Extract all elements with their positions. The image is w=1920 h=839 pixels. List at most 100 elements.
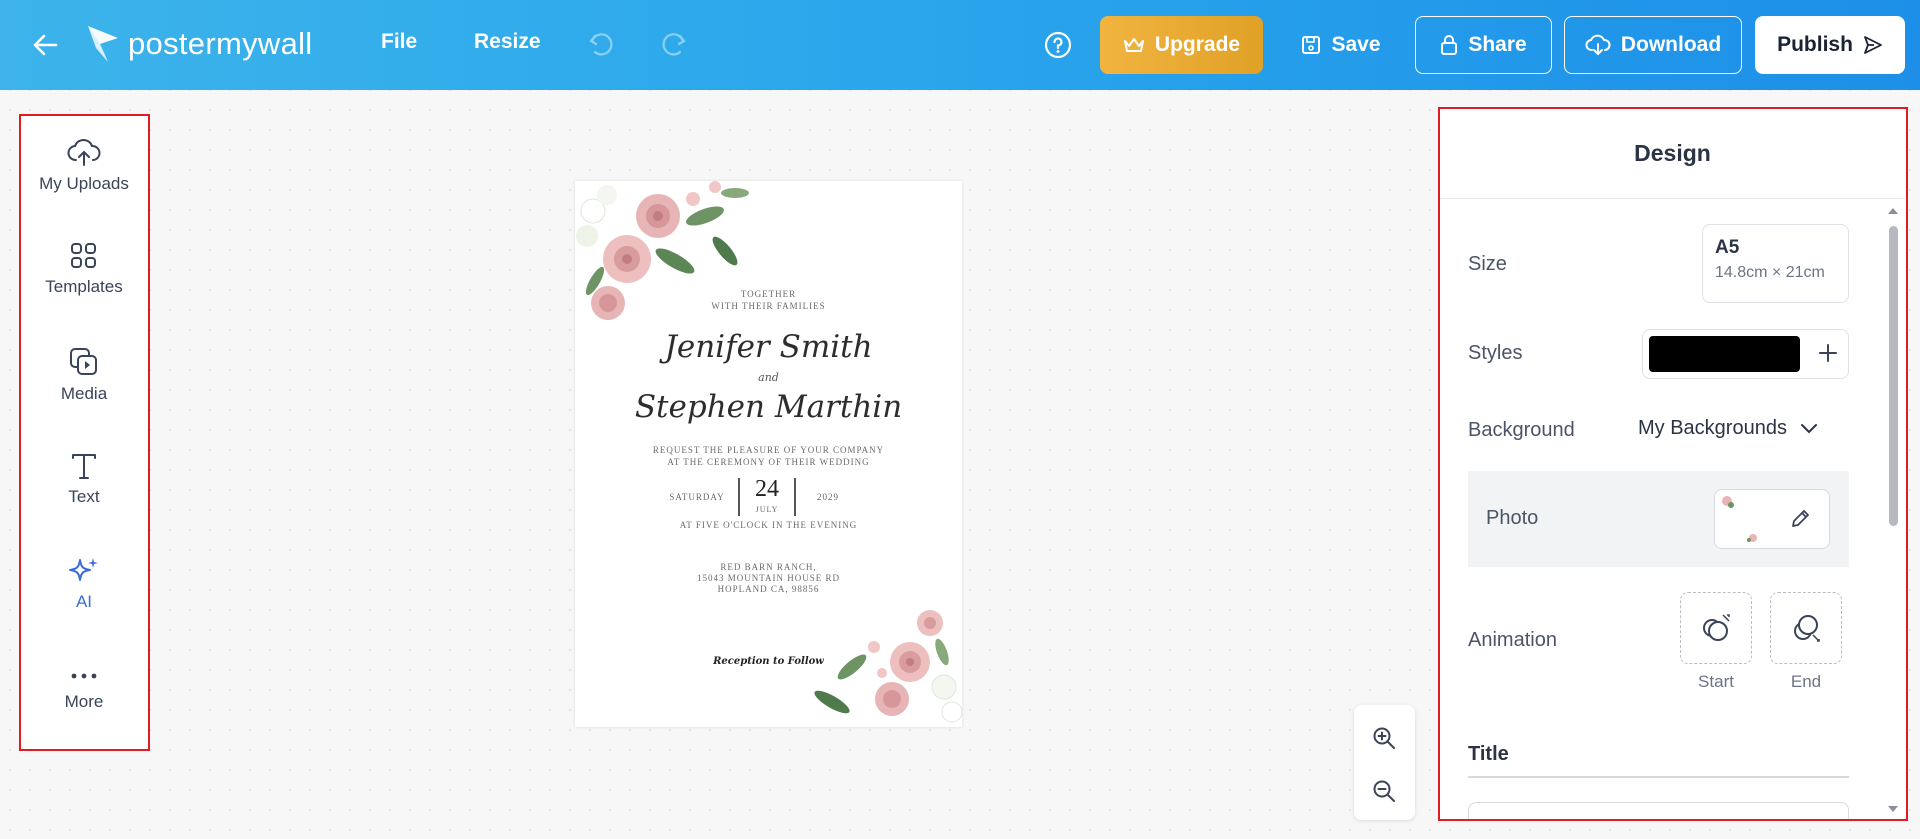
- poster-reception-text: Reception to Follow: [713, 656, 824, 667]
- save-icon: [1302, 36, 1321, 54]
- zoom-controls: [1354, 705, 1415, 820]
- sidebar-item-label: AI: [75, 592, 93, 611]
- poster-together-text: TOGETHER: [740, 289, 797, 299]
- style-swatch[interactable]: [1649, 336, 1800, 372]
- title-divider: [1468, 776, 1849, 778]
- sidebar-item-media[interactable]: Media: [21, 346, 147, 404]
- animation-start-icon: [1703, 614, 1730, 641]
- poster-month-text: JULY: [755, 505, 779, 514]
- poster-canvas[interactable]: TOGETHER WITH THEIR FAMILIES Jenifer Smi…: [575, 181, 962, 727]
- sidebar-item-text[interactable]: Text: [21, 451, 147, 507]
- animation-label: Animation: [1468, 629, 1557, 651]
- scroll-down-icon: [1888, 806, 1898, 812]
- send-icon: [1864, 36, 1882, 54]
- zoom-in-icon[interactable]: [1371, 725, 1397, 756]
- publish-button[interactable]: Publish: [1755, 16, 1905, 74]
- floral-top-left-image: [576, 181, 749, 320]
- poster-request-line1: REQUEST THE PLEASURE OF YOUR COMPANY: [652, 445, 885, 455]
- redo-icon[interactable]: [660, 30, 690, 60]
- download-label: Download: [1620, 33, 1722, 56]
- scroll-up-icon: [1888, 208, 1898, 214]
- help-icon[interactable]: [1043, 30, 1073, 60]
- sidebar-item-more[interactable]: More: [21, 666, 147, 712]
- animation-start-label: Start: [1698, 672, 1734, 691]
- panel-scrollbar[interactable]: [1885, 204, 1901, 816]
- chevron-down-icon: [1800, 423, 1817, 433]
- poster-date-text: 24: [755, 476, 779, 502]
- postermywall-logo-icon: [88, 26, 118, 62]
- cloud-download-icon: [1585, 34, 1611, 56]
- sidebar-item-my-uploads[interactable]: My Uploads: [21, 138, 147, 194]
- poster-day-text: SATURDAY: [669, 492, 725, 502]
- lock-icon: [1441, 35, 1458, 55]
- upgrade-button[interactable]: Upgrade: [1100, 16, 1263, 74]
- poster-name2: Stephen Marthin: [634, 389, 903, 425]
- save-label: Save: [1331, 33, 1381, 56]
- styles-selector[interactable]: [1642, 329, 1849, 379]
- poster-venue-line1: RED BARN RANCH,: [720, 562, 817, 572]
- undo-icon[interactable]: [587, 30, 617, 60]
- text-icon: [72, 454, 96, 479]
- poster-name1: Jenifer Smith: [664, 329, 873, 365]
- sidebar-item-ai[interactable]: AI: [21, 556, 147, 612]
- photo-thumbnail-box[interactable]: [1714, 489, 1830, 549]
- crown-icon: [1123, 38, 1144, 52]
- sidebar-item-label: Text: [68, 487, 100, 506]
- styles-label: Styles: [1468, 342, 1523, 364]
- background-value: My Backgrounds: [1638, 417, 1787, 439]
- poster-request-line2: AT THE CEREMONY OF THEIR WEDDING: [667, 457, 870, 467]
- cloud-upload-icon: [67, 139, 101, 166]
- upgrade-label: Upgrade: [1154, 33, 1241, 56]
- resize-menu[interactable]: Resize: [474, 30, 541, 54]
- sidebar-item-templates[interactable]: Templates: [21, 241, 147, 297]
- background-dropdown[interactable]: My Backgrounds: [1638, 417, 1819, 440]
- design-panel-title: Design: [1440, 109, 1905, 199]
- size-label: Size: [1468, 253, 1507, 275]
- animation-start-button[interactable]: [1680, 592, 1752, 664]
- poster-time-text: AT FIVE O'CLOCK IN THE EVENING: [679, 520, 858, 530]
- animation-end-icon: [1794, 615, 1820, 642]
- size-dimensions: 14.8cm × 21cm: [1715, 264, 1825, 281]
- sidebar-item-label: More: [64, 692, 104, 711]
- share-button[interactable]: Share: [1415, 16, 1552, 74]
- poster-venue-line3: HOPLAND CA, 98856: [717, 584, 820, 594]
- sidebar-item-label: Media: [60, 384, 108, 403]
- media-icon: [70, 348, 97, 375]
- download-button[interactable]: Download: [1564, 16, 1742, 74]
- poster-date-block: SATURDAY 24 JULY 2029: [575, 476, 962, 518]
- file-menu[interactable]: File: [381, 30, 417, 54]
- floral-bottom-right-image: [814, 610, 962, 723]
- templates-grid-icon: [71, 243, 96, 268]
- background-label: Background: [1468, 419, 1575, 441]
- size-name: A5: [1715, 237, 1740, 258]
- publish-label: Publish: [1777, 33, 1853, 56]
- design-panel: Design Size A5 14.8cm × 21cm Styles Back…: [1438, 107, 1908, 821]
- back-arrow-icon[interactable]: [28, 28, 62, 62]
- size-selector[interactable]: A5 14.8cm × 21cm: [1702, 224, 1849, 303]
- photo-row: Photo: [1468, 471, 1849, 567]
- ai-sparkle-icon: [69, 558, 98, 581]
- photo-thumbnail: [1719, 494, 1759, 544]
- zoom-out-icon[interactable]: [1371, 778, 1397, 809]
- sidebar-item-label: Templates: [45, 277, 123, 296]
- poster-and-text: and: [758, 371, 779, 384]
- photo-label: Photo: [1486, 507, 1539, 529]
- title-input[interactable]: [1468, 802, 1849, 819]
- scrollbar-thumb[interactable]: [1889, 226, 1898, 526]
- add-style-icon[interactable]: [1815, 340, 1841, 371]
- sidebar-item-label: My Uploads: [39, 174, 129, 193]
- animation-end-button[interactable]: [1770, 592, 1842, 664]
- logo-text: postermywall: [128, 26, 313, 61]
- share-label: Share: [1468, 33, 1527, 56]
- save-button[interactable]: Save: [1296, 16, 1386, 74]
- poster-families-text: WITH THEIR FAMILIES: [711, 301, 826, 311]
- logo[interactable]: postermywall: [86, 24, 312, 64]
- animation-end-label: End: [1790, 672, 1822, 691]
- more-dots-icon: [71, 673, 97, 679]
- top-bar: postermywall File Resize Upgrade Save Sh…: [0, 0, 1920, 90]
- left-sidebar: My Uploads Templates Media Text AI More: [19, 114, 150, 751]
- title-section-label: Title: [1468, 743, 1509, 765]
- pencil-icon[interactable]: [1789, 508, 1811, 535]
- poster-venue-line2: 15043 MOUNTAIN HOUSE RD: [696, 573, 841, 583]
- date-divider-right: [794, 478, 796, 516]
